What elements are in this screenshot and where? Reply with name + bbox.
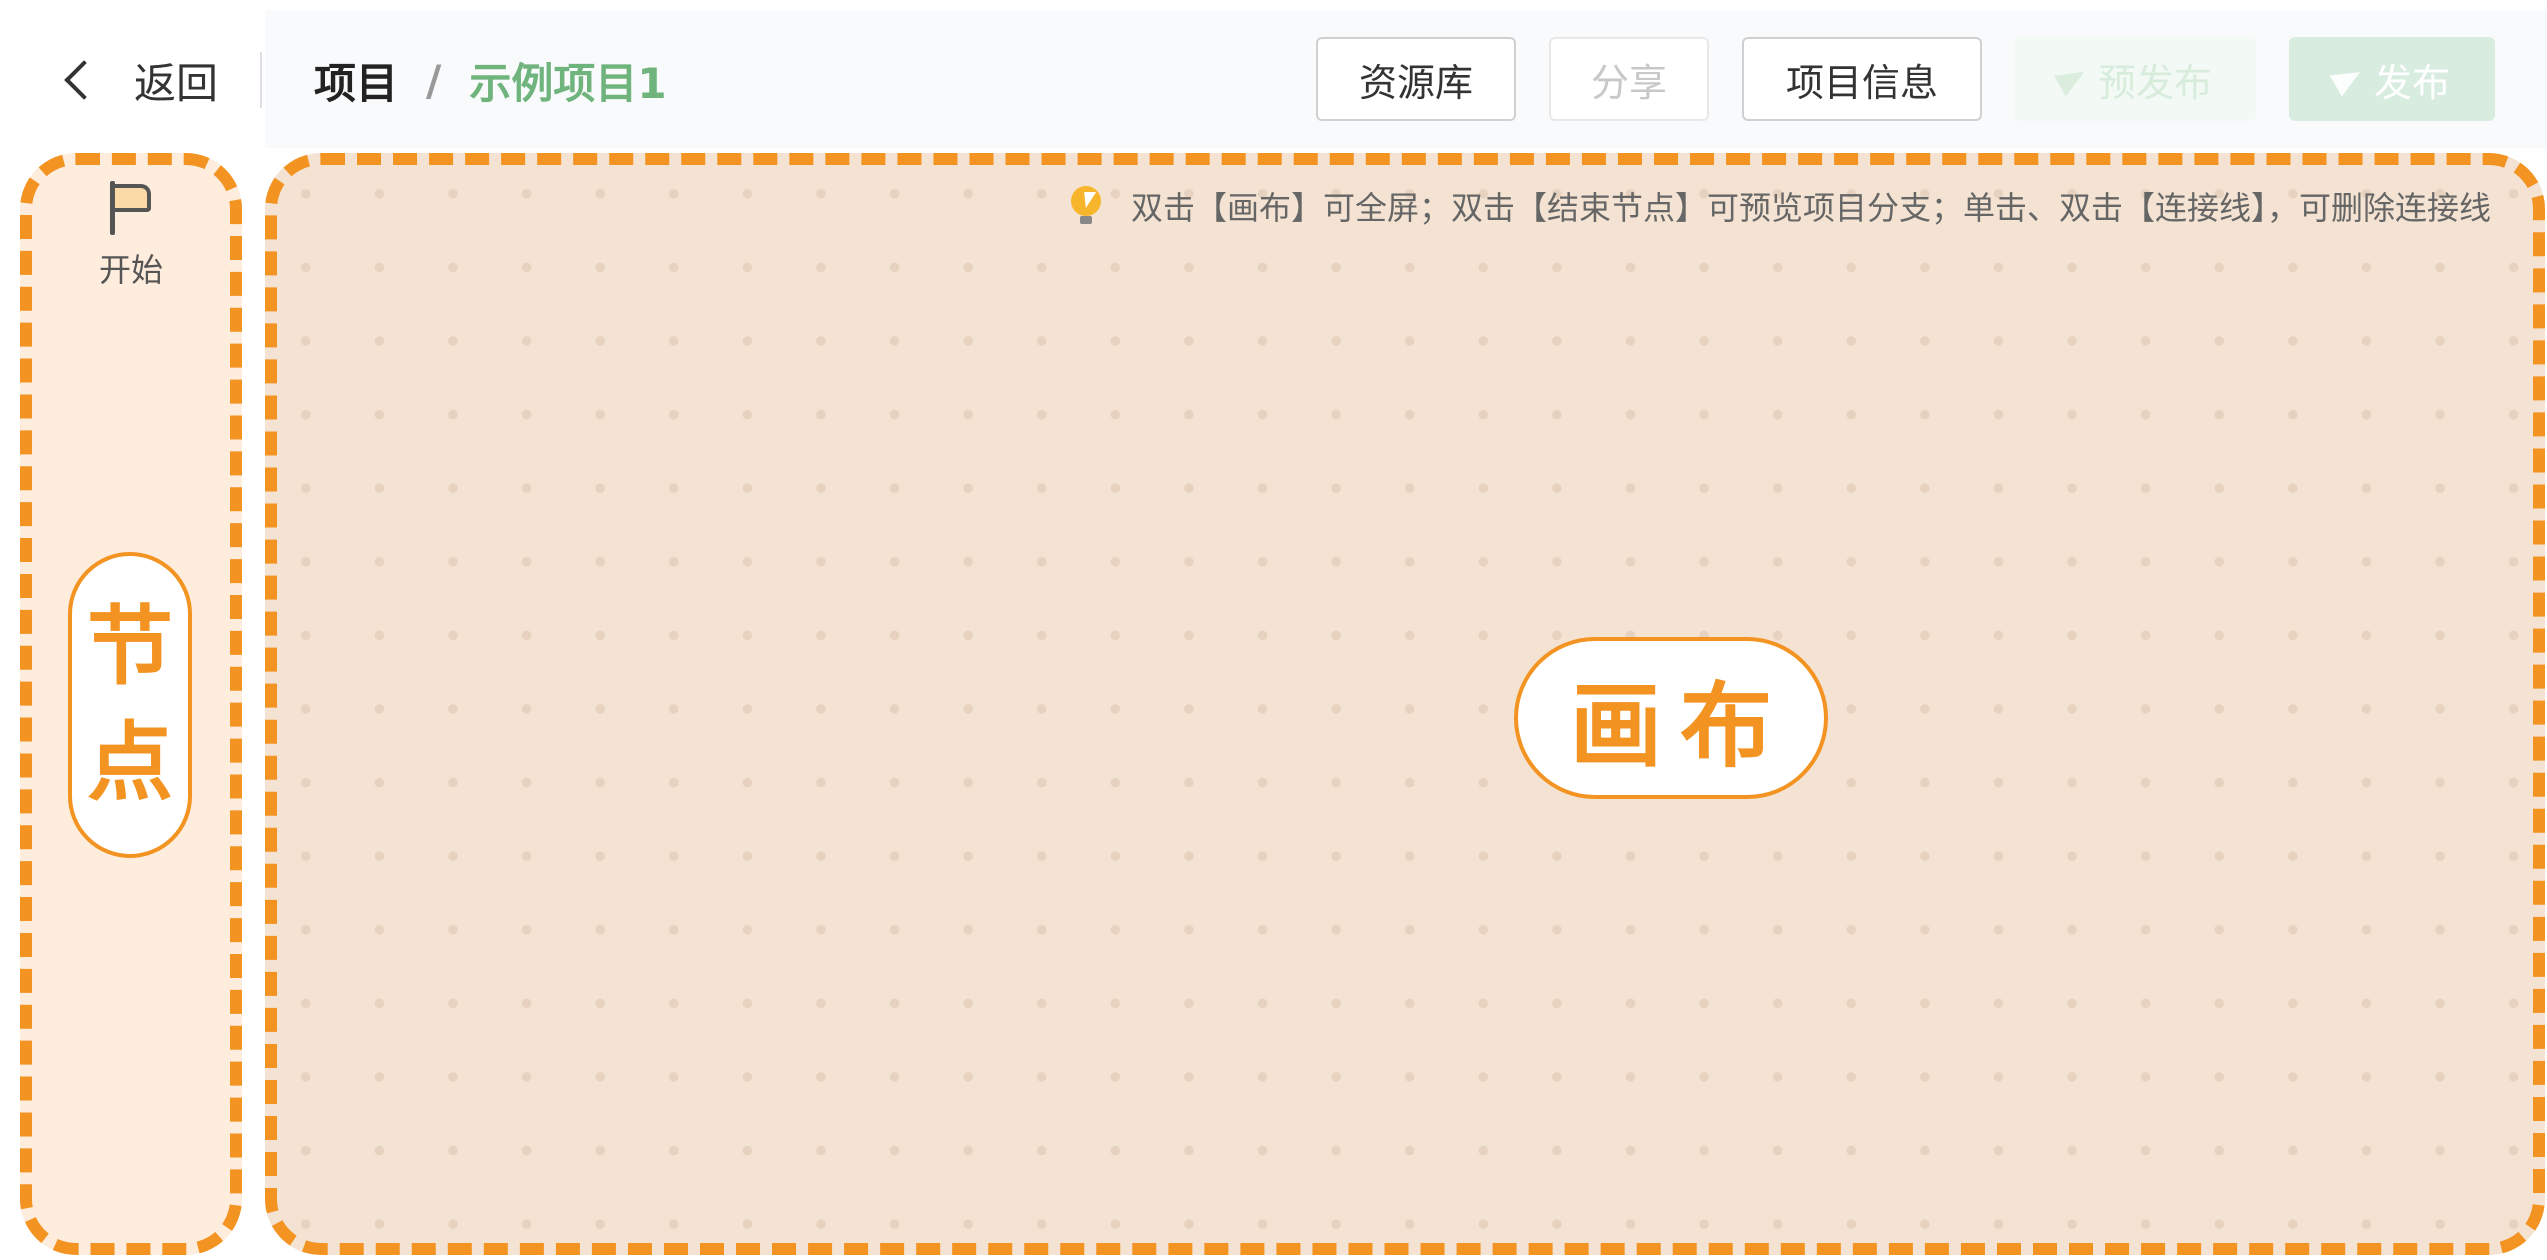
flow-canvas[interactable]: 双击【画布】可全屏；双击【结束节点】可预览项目分支；单击、双击【连接线】，可删除… (265, 153, 2545, 1255)
send-icon (2053, 61, 2091, 97)
header-divider (260, 52, 262, 108)
prepublish-button[interactable]: 预发布 (2014, 37, 2256, 121)
flag-icon (108, 181, 154, 235)
node-label-line1: 节 (87, 595, 173, 697)
project-info-label: 项目信息 (1785, 60, 1938, 105)
node-area-label: 节 点 (68, 552, 192, 858)
resource-library-button[interactable]: 资源库 (1316, 37, 1516, 121)
breadcrumb: 项目 / 示例项目1 (314, 48, 667, 112)
top-header: 返回 项目 / 示例项目1 资源库 分享 项目信息 预发布 发布 (0, 0, 2547, 148)
start-node-item[interactable]: 开始 (99, 181, 163, 291)
canvas-tip: 双击【画布】可全屏；双击【结束节点】可预览项目分支；单击、双击【连接线】，可删除… (1070, 183, 2491, 229)
publish-button[interactable]: 发布 (2289, 37, 2495, 121)
back-button[interactable]: 返回 (60, 48, 218, 112)
canvas-label-text: 画布 (1569, 671, 1790, 780)
breadcrumb-current-project: 示例项目1 (469, 58, 667, 108)
node-label-line2: 点 (87, 712, 173, 813)
prepublish-label: 预发布 (2097, 60, 2212, 105)
share-button[interactable]: 分享 (1549, 37, 1709, 121)
start-node-label: 开始 (98, 251, 164, 289)
chevron-left-icon (64, 60, 104, 100)
breadcrumb-projects-link[interactable]: 项目 (314, 50, 398, 111)
back-label: 返回 (134, 58, 219, 108)
share-label: 分享 (1590, 60, 1667, 105)
send-icon (2329, 61, 2367, 97)
project-info-button[interactable]: 项目信息 (1742, 37, 1982, 121)
canvas-area-label: 画布 (1514, 637, 1828, 799)
lightbulb-icon (1070, 186, 1101, 226)
publish-label: 发布 (2373, 60, 2450, 105)
canvas-tip-text: 双击【画布】可全屏；双击【结束节点】可预览项目分支；单击、双击【连接线】，可删除… (1130, 189, 2491, 227)
node-sidebar: 开始 节 点 (20, 153, 242, 1255)
resource-library-label: 资源库 (1358, 60, 1473, 105)
breadcrumb-separator: / (426, 55, 442, 105)
